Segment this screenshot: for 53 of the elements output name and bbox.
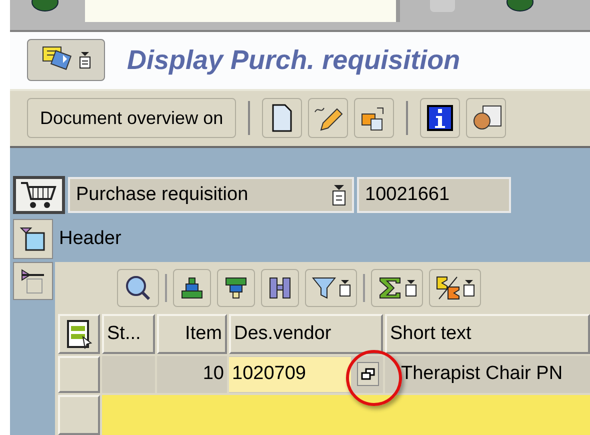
dropdown-icon <box>463 278 475 297</box>
column-header[interactable]: Short text <box>385 314 590 354</box>
vendor-input-field[interactable]: 1020709 <box>229 356 351 392</box>
table-cell: Therapist Chair PN <box>385 356 590 393</box>
document-type-dropdown[interactable]: Purchase requisition <box>68 176 354 213</box>
filter-button[interactable] <box>305 268 357 307</box>
document-overview-button[interactable]: Document overview on <box>27 98 236 138</box>
document-number-field[interactable]: 10021661 <box>357 176 511 213</box>
column-selector-button[interactable] <box>58 314 100 354</box>
find-button[interactable] <box>261 268 299 307</box>
column-header[interactable]: St... <box>102 314 155 354</box>
tab-icon <box>19 266 47 295</box>
mask-button[interactable] <box>466 98 506 138</box>
spreadsheet-icon <box>65 318 93 349</box>
sum-button[interactable] <box>371 268 423 307</box>
toolbar-icon[interactable] <box>30 0 60 12</box>
page-icon <box>270 104 294 132</box>
edit-button[interactable] <box>308 98 348 138</box>
column-header[interactable]: Des.vendor <box>229 314 383 354</box>
magnifier-icon <box>124 274 152 302</box>
inverted-stack-icon <box>223 274 249 301</box>
masks-icon <box>473 104 504 132</box>
header-toggle-button[interactable] <box>13 218 53 259</box>
toolbar-icon[interactable] <box>505 0 535 12</box>
dropdown-icon <box>405 278 417 297</box>
sigma-pair-icon <box>435 274 461 301</box>
sort-descending-button[interactable] <box>217 268 255 307</box>
sort-ascending-button[interactable] <box>173 268 211 307</box>
window-title: Display Purch. requisition <box>127 44 460 77</box>
info-button[interactable] <box>420 98 460 138</box>
details-button[interactable] <box>117 268 159 307</box>
switch-button[interactable] <box>354 98 394 138</box>
info-icon <box>426 104 454 132</box>
new-document-button[interactable] <box>262 98 302 138</box>
section-label: Header <box>59 226 122 251</box>
subtotal-button[interactable] <box>429 268 481 307</box>
folder-icon <box>19 224 47 253</box>
sigma-icon <box>377 274 403 301</box>
table-cell <box>102 356 155 393</box>
funnel-icon <box>311 274 337 301</box>
dropdown-icon <box>79 51 91 70</box>
row-selector[interactable] <box>58 394 100 435</box>
value-help-button[interactable] <box>357 362 379 386</box>
items-toggle-button[interactable] <box>13 262 53 300</box>
menu-button[interactable] <box>27 39 105 82</box>
table-cell: 10 <box>157 356 227 393</box>
dropdown-icon <box>339 278 351 297</box>
cart-icon[interactable] <box>13 176 65 214</box>
column-header[interactable]: Item <box>157 314 227 354</box>
dropdown-icon <box>332 184 346 206</box>
stack-icon <box>179 274 205 301</box>
binoculars-icon <box>267 274 293 301</box>
two-windows-icon <box>361 368 375 380</box>
